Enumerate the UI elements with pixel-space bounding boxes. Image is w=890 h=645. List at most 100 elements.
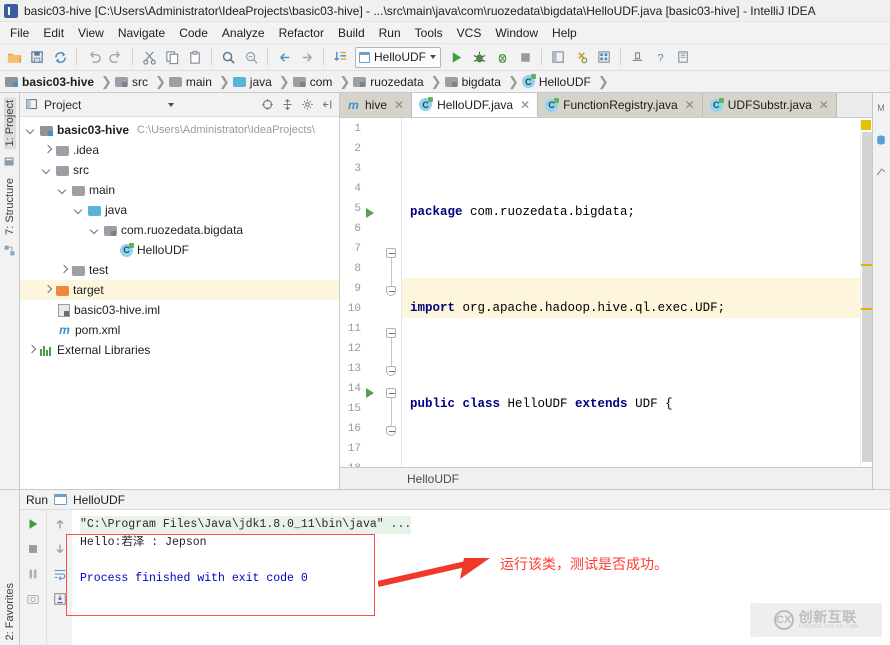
- maven-icon[interactable]: [672, 46, 694, 68]
- database-icon[interactable]: [875, 134, 889, 148]
- close-icon[interactable]: ✕: [394, 98, 404, 112]
- chevron-down-icon[interactable]: [26, 125, 36, 135]
- fold-end-icon[interactable]: [386, 366, 396, 376]
- editor-tab-udfsubstr[interactable]: C UDFSubstr.java ✕: [702, 93, 837, 117]
- pause-icon[interactable]: [23, 564, 43, 584]
- ant-build-icon[interactable]: [875, 166, 889, 180]
- replace-icon[interactable]: [240, 46, 262, 68]
- chevron-right-icon[interactable]: [58, 265, 68, 275]
- back-icon[interactable]: [273, 46, 295, 68]
- layout-icon[interactable]: [547, 46, 569, 68]
- fold-expanded-icon[interactable]: [386, 388, 396, 398]
- open-folder-icon[interactable]: [3, 46, 25, 68]
- paste-icon[interactable]: [184, 46, 206, 68]
- redo-icon[interactable]: [105, 46, 127, 68]
- menu-analyze[interactable]: Analyze: [215, 24, 272, 42]
- down-arrow-icon[interactable]: [50, 539, 70, 559]
- breadcrumb-item-class[interactable]: C HelloUDF: [521, 74, 593, 89]
- breadcrumb-item-bigdata[interactable]: bigdata: [444, 75, 503, 89]
- menu-run[interactable]: Run: [372, 24, 408, 42]
- tree-item-main[interactable]: main: [20, 180, 339, 200]
- settings-icon[interactable]: [570, 46, 592, 68]
- warning-stripe-mark[interactable]: [861, 264, 872, 266]
- soft-wrap-icon[interactable]: [50, 564, 70, 584]
- tree-item-basic03-hive[interactable]: basic03-hive C:\Users\Administrator\Idea…: [20, 120, 339, 140]
- breadcrumb-item-java[interactable]: java: [232, 75, 274, 89]
- save-all-icon[interactable]: [26, 46, 48, 68]
- menu-refactor[interactable]: Refactor: [272, 24, 331, 42]
- run-window-tab-label[interactable]: Run: [26, 493, 48, 507]
- close-icon[interactable]: ✕: [520, 98, 530, 112]
- run-icon[interactable]: [445, 46, 467, 68]
- chevron-down-icon[interactable]: [74, 205, 84, 215]
- run-gutter-icon[interactable]: [366, 208, 374, 218]
- cut-icon[interactable]: [138, 46, 160, 68]
- fold-expanded-icon[interactable]: [386, 248, 396, 258]
- menu-edit[interactable]: Edit: [36, 24, 71, 42]
- screenshot-icon[interactable]: [23, 589, 43, 609]
- tree-item-helloudf[interactable]: C HelloUDF: [20, 240, 339, 260]
- chevron-down-icon[interactable]: [42, 165, 52, 175]
- editor-gutter[interactable]: 1 2 3 4 5 6 7 8 9 10 11 12 13 14 15 16 1: [340, 118, 402, 467]
- fold-end-icon[interactable]: [386, 426, 396, 436]
- forward-icon[interactable]: [296, 46, 318, 68]
- chevron-down-icon[interactable]: [167, 102, 174, 107]
- gear-icon[interactable]: [300, 97, 315, 112]
- chevron-right-icon[interactable]: [42, 285, 52, 295]
- tree-item-src[interactable]: src: [20, 160, 339, 180]
- ant-build-icon[interactable]: [3, 244, 17, 258]
- breadcrumb-item-main[interactable]: main: [168, 75, 214, 89]
- tree-item-external-libraries[interactable]: External Libraries: [20, 340, 339, 360]
- menu-build[interactable]: Build: [331, 24, 372, 42]
- chevron-down-icon[interactable]: [90, 225, 100, 235]
- coverage-icon[interactable]: [491, 46, 513, 68]
- breadcrumb-item-src[interactable]: src: [114, 75, 150, 89]
- collapse-target-icon[interactable]: [260, 97, 275, 112]
- menu-tools[interactable]: Tools: [408, 24, 450, 42]
- rerun-icon[interactable]: [23, 514, 43, 534]
- expand-all-icon[interactable]: [280, 97, 295, 112]
- tree-item-idea[interactable]: .idea: [20, 140, 339, 160]
- close-icon[interactable]: ✕: [685, 98, 695, 112]
- project-structure-icon[interactable]: [593, 46, 615, 68]
- tree-item-java[interactable]: java: [20, 200, 339, 220]
- menu-navigate[interactable]: Navigate: [111, 24, 172, 42]
- tree-item-test[interactable]: test: [20, 260, 339, 280]
- editor-tab-functionregistry[interactable]: C FunctionRegistry.java ✕: [538, 93, 703, 117]
- sdk-icon[interactable]: [626, 46, 648, 68]
- sync-icon[interactable]: [49, 46, 71, 68]
- warning-stripe-mark[interactable]: [861, 308, 872, 310]
- code-editor[interactable]: 1 2 3 4 5 6 7 8 9 10 11 12 13 14 15 16 1: [340, 118, 872, 467]
- debug-icon[interactable]: [468, 46, 490, 68]
- tree-item-target[interactable]: target: [20, 280, 339, 300]
- menu-window[interactable]: Window: [488, 24, 545, 42]
- editor-vertical-scrollbar[interactable]: [862, 132, 872, 462]
- run-window-config-name[interactable]: HelloUDF: [73, 493, 125, 507]
- close-icon[interactable]: ✕: [819, 98, 829, 112]
- maven-projects-icon[interactable]: M: [875, 102, 889, 116]
- code-text[interactable]: package com.ruozedata.bigdata; import or…: [402, 118, 860, 467]
- copy-icon[interactable]: [161, 46, 183, 68]
- stop-icon[interactable]: [514, 46, 536, 68]
- compile-icon[interactable]: [329, 46, 351, 68]
- inspection-status-indicator[interactable]: [861, 120, 871, 130]
- undo-icon[interactable]: [82, 46, 104, 68]
- tree-item-iml[interactable]: basic03-hive.iml: [20, 300, 339, 320]
- tree-item-pom[interactable]: m pom.xml: [20, 320, 339, 340]
- stop-icon[interactable]: [23, 539, 43, 559]
- menu-vcs[interactable]: VCS: [450, 24, 489, 42]
- menu-help[interactable]: Help: [545, 24, 584, 42]
- chevron-right-icon[interactable]: [26, 345, 36, 355]
- breadcrumb-item-module[interactable]: basic03-hive: [5, 75, 96, 89]
- help-icon[interactable]: ?: [649, 46, 671, 68]
- editor-tab-hive[interactable]: m hive ✕: [340, 93, 413, 117]
- sidebar-item-project[interactable]: 1: Project: [3, 97, 16, 150]
- sidebar-item-structure[interactable]: 7: Structure: [4, 175, 16, 238]
- scroll-to-end-icon[interactable]: [50, 589, 70, 609]
- tree-item-package[interactable]: com.ruozedata.bigdata: [20, 220, 339, 240]
- menu-view[interactable]: View: [71, 24, 111, 42]
- database-icon[interactable]: [3, 155, 17, 169]
- menu-code[interactable]: Code: [172, 24, 215, 42]
- up-arrow-icon[interactable]: [50, 514, 70, 534]
- chevron-right-icon[interactable]: [42, 145, 52, 155]
